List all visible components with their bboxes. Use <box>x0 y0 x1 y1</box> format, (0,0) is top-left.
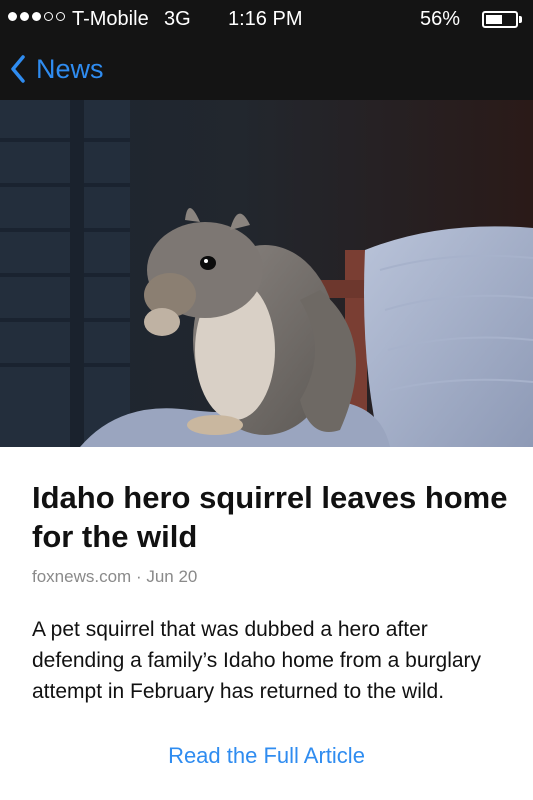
network-type: 3G <box>164 8 191 30</box>
navigation-bar: News <box>0 38 533 100</box>
article-title: Idaho hero squirrel leaves home for the … <box>32 480 508 554</box>
article-summary: A pet squirrel that was dubbed a hero af… <box>32 618 482 703</box>
back-button[interactable]: News <box>10 44 104 94</box>
chevron-left-icon <box>11 55 25 83</box>
status-time: 1:16 PM <box>228 8 303 30</box>
status-bar: T-Mobile 3G 1:16 PM 56% <box>0 0 533 38</box>
signal-dot <box>44 12 53 21</box>
article-meta: foxnews.com · Jun 20 <box>32 567 197 587</box>
battery-level-fill <box>486 15 502 24</box>
carrier-name: T-Mobile <box>72 8 149 30</box>
signal-dot <box>56 12 65 21</box>
article-screen: T-Mobile 3G 1:16 PM 56% News Idaho hero … <box>0 0 533 800</box>
battery-icon <box>482 11 518 28</box>
signal-dot <box>32 12 41 21</box>
article-image <box>0 100 533 447</box>
battery-percentage: 56% <box>420 8 461 30</box>
squirrel-photo <box>0 100 533 447</box>
read-full-article-link[interactable]: Read the Full Article <box>0 743 533 769</box>
battery-terminal <box>519 16 522 23</box>
signal-strength-icon <box>8 12 65 21</box>
article-source: foxnews.com <box>32 567 132 586</box>
signal-dot <box>20 12 29 21</box>
meta-separator: · <box>135 567 142 586</box>
article-date: Jun 20 <box>146 567 198 586</box>
back-label: News <box>36 53 104 84</box>
signal-dot <box>8 12 17 21</box>
